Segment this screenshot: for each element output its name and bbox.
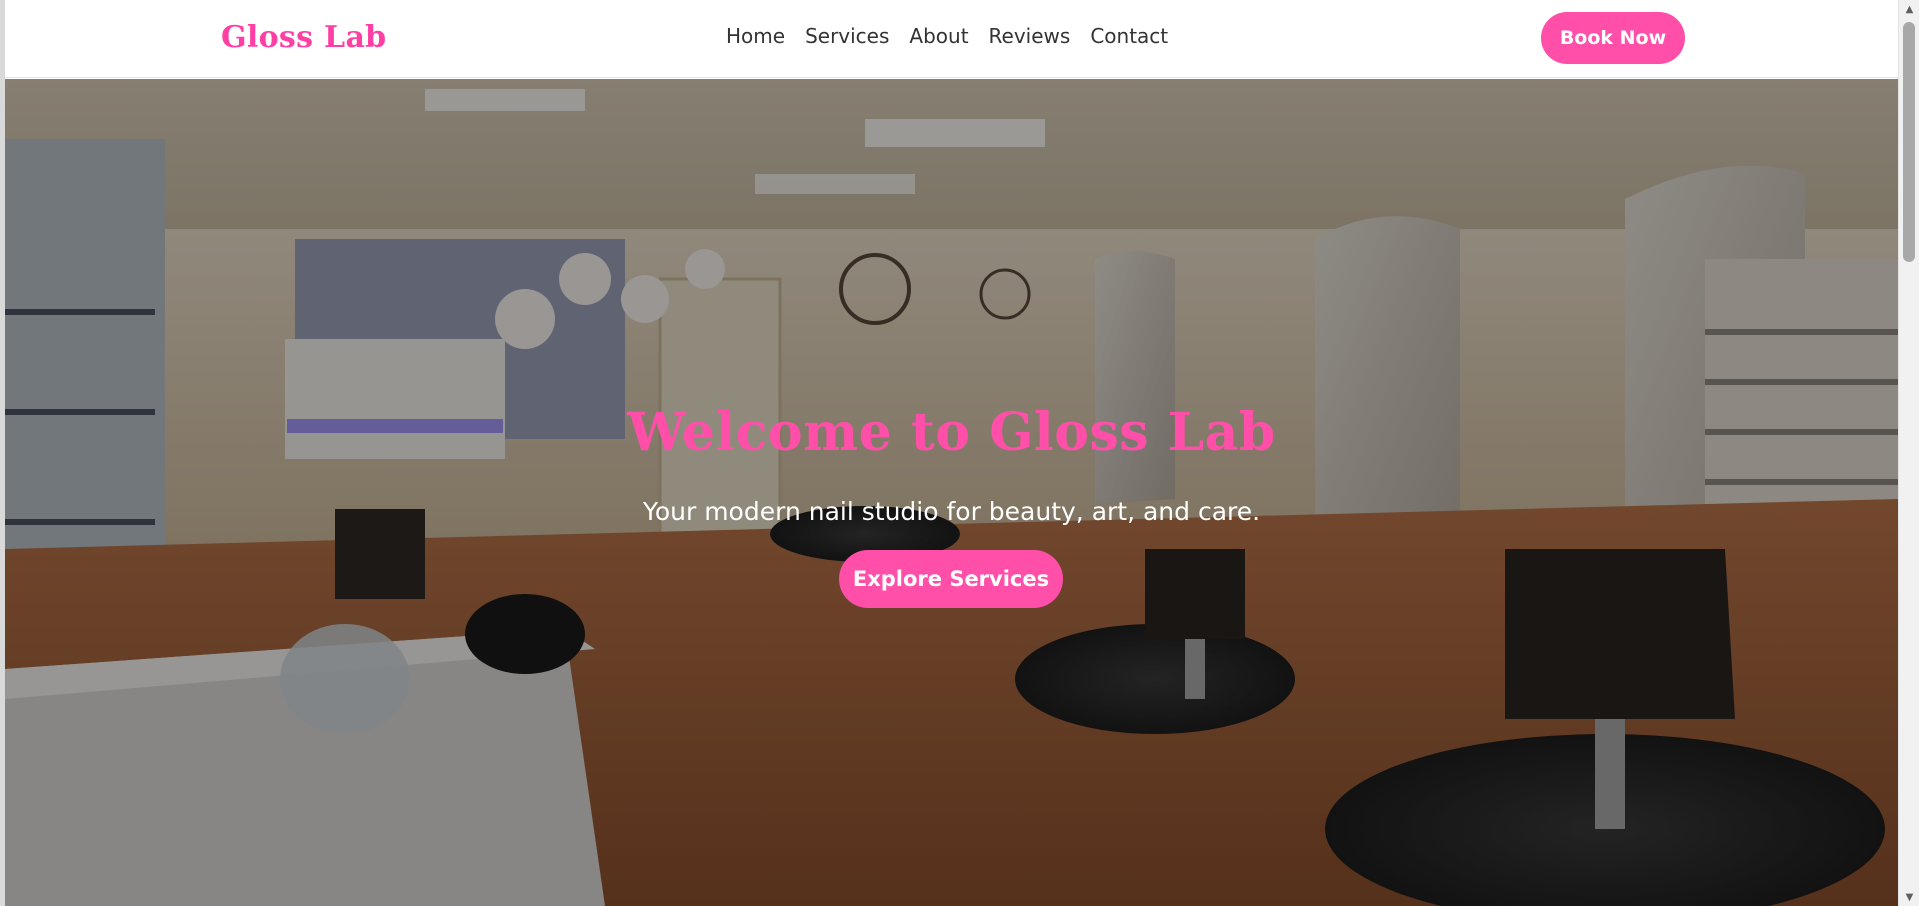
triangle-down-icon[interactable]: ▼ — [1899, 888, 1919, 906]
book-now-button[interactable]: Book Now — [1541, 12, 1685, 64]
hero-subtitle: Your modern nail studio for beauty, art,… — [642, 497, 1261, 526]
hero-section: Welcome to Gloss Lab Your modern nail st… — [5, 79, 1898, 906]
brand-logo[interactable]: Gloss Lab — [221, 20, 386, 55]
nav-link-home[interactable]: Home — [726, 24, 785, 48]
vertical-scrollbar[interactable]: ▲ ▼ — [1898, 0, 1919, 906]
main-nav: Home Services About Reviews Contact — [726, 24, 1188, 48]
triangle-up-icon[interactable]: ▲ — [1899, 0, 1919, 18]
nav-link-contact[interactable]: Contact — [1090, 24, 1168, 48]
nav-link-reviews[interactable]: Reviews — [989, 24, 1071, 48]
hero-dark-overlay — [5, 79, 1898, 906]
explore-services-button[interactable]: Explore Services — [839, 550, 1063, 608]
hero-title: Welcome to Gloss Lab — [627, 402, 1276, 463]
nav-link-services[interactable]: Services — [805, 24, 889, 48]
scrollbar-thumb[interactable] — [1903, 22, 1915, 262]
site-header: Gloss Lab Home Services About Reviews Co… — [5, 0, 1898, 78]
nav-link-about[interactable]: About — [909, 24, 968, 48]
